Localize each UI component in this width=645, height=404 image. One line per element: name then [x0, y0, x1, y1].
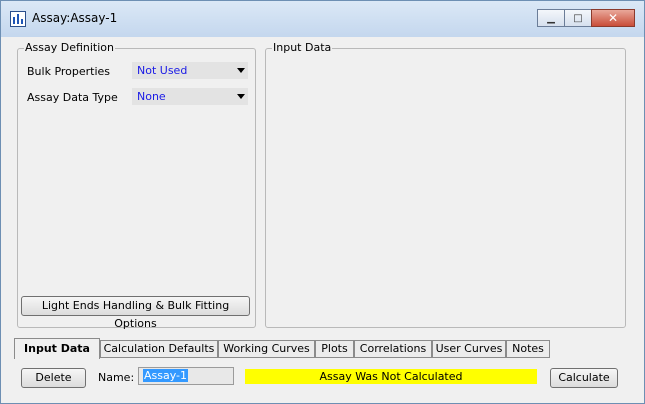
bulk-properties-dropdown[interactable]: Not Used [132, 62, 248, 79]
assay-app-icon [10, 11, 26, 27]
chevron-down-icon [237, 68, 245, 73]
maximize-button[interactable]: □ [564, 9, 592, 27]
window-title: Assay:Assay-1 [32, 11, 118, 25]
title-bar[interactable]: Assay:Assay-1 ▁ □ ✕ [1, 1, 644, 37]
tab-calculation-defaults[interactable]: Calculation Defaults [100, 340, 218, 358]
tab-user-curves[interactable]: User Curves [432, 340, 506, 358]
status-bar: Assay Was Not Calculated [245, 369, 537, 384]
name-value: Assay-1 [143, 369, 189, 382]
close-button[interactable]: ✕ [591, 9, 635, 27]
minimize-button[interactable]: ▁ [537, 9, 565, 27]
maximize-icon: □ [573, 12, 583, 24]
close-icon: ✕ [607, 11, 619, 25]
bulk-properties-value: Not Used [137, 64, 188, 77]
tab-input-data[interactable]: Input Data [14, 338, 100, 359]
assay-definition-label: Assay Definition [24, 41, 115, 54]
assay-data-type-value: None [137, 90, 166, 103]
tab-correlations[interactable]: Correlations [354, 340, 432, 358]
calculate-button[interactable]: Calculate [550, 368, 618, 388]
input-data-group-label: Input Data [272, 41, 333, 54]
minimize-icon: ▁ [547, 12, 555, 24]
light-ends-handling-button[interactable]: Light Ends Handling & Bulk Fitting Optio… [21, 296, 250, 330]
tab-notes[interactable]: Notes [506, 340, 550, 358]
assay-data-type-label: Assay Data Type [27, 91, 118, 104]
name-label: Name: [98, 371, 135, 384]
chevron-down-icon [237, 94, 245, 99]
name-input[interactable]: Assay-1 [138, 367, 234, 385]
bulk-properties-label: Bulk Properties [27, 65, 111, 78]
tab-working-curves[interactable]: Working Curves [218, 340, 315, 358]
delete-button[interactable]: Delete [21, 368, 86, 388]
tab-plots[interactable]: Plots [315, 340, 354, 358]
assay-data-type-dropdown[interactable]: None [132, 88, 248, 105]
input-data-group: Input Data [265, 41, 626, 328]
